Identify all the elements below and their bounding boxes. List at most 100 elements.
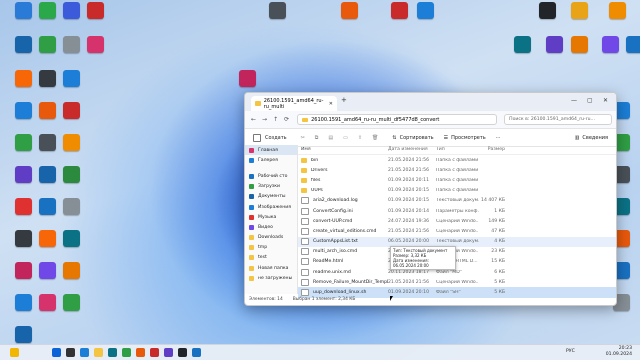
share-icon[interactable]: ⇪: [358, 135, 362, 141]
file-row[interactable]: ReadMe.html21.05.2024 21:56Chrome HTML D…: [298, 257, 616, 267]
column-date[interactable]: Дата изменения: [388, 147, 436, 152]
chrome-icon[interactable]: [122, 348, 131, 357]
cut-icon[interactable]: ✂: [301, 135, 305, 141]
file-row[interactable]: ConvertConfig.ini 01.09.2024 20:14 Парамет…: [298, 206, 616, 216]
sidebar-item[interactable]: tmp: [245, 243, 297, 253]
sidebar-item[interactable]: Музыка: [245, 212, 297, 222]
desktop-icon[interactable]: [4, 326, 42, 343]
desktop-icon[interactable]: [52, 70, 90, 87]
file-row[interactable]: UUPs 01.09.2024 20:15 Папка с файлами: [298, 186, 616, 196]
create-button[interactable]: Создать: [253, 133, 287, 142]
file-size: 15 КБ: [491, 259, 505, 265]
column-size[interactable]: Размер: [479, 147, 505, 152]
path-text: 26100.1591_amd64_ru-ru_multi_df5477d8_co…: [311, 116, 440, 123]
sidebar-item[interactable]: Видео: [245, 222, 297, 232]
file-explorer-icon[interactable]: [94, 348, 103, 357]
desktop-icon[interactable]: [52, 198, 90, 215]
app-icon-2[interactable]: [192, 348, 201, 357]
desktop-icon[interactable]: [76, 36, 114, 53]
close-tab-icon[interactable]: ✕: [329, 101, 333, 107]
file-row[interactable]: bin 21.05.2024 21:56 Папка с файлами: [298, 155, 616, 165]
explorer-tab[interactable]: 26100.1591_amd64_ru-ru_multi ✕: [251, 96, 337, 111]
search-icon[interactable]: [66, 348, 75, 357]
forward-icon[interactable]: →: [262, 116, 267, 123]
sidebar-item[interactable]: test: [245, 253, 297, 263]
lang-indicator[interactable]: РУС: [566, 349, 575, 354]
back-icon[interactable]: ←: [251, 116, 256, 123]
sort-button[interactable]: ⇅ Сортировать: [392, 135, 433, 141]
file-name: convert-UUP.cmd: [313, 218, 353, 224]
maximize-button[interactable]: ▢: [587, 97, 593, 104]
terminal-icon[interactable]: [178, 348, 187, 357]
sidebar-item-label: Главная: [258, 147, 278, 153]
sidebar-item[interactable]: Документы: [245, 192, 297, 202]
desktop-icon-image: [538, 2, 556, 19]
desktop-icon[interactable]: [52, 166, 90, 183]
copy-icon[interactable]: ⧉: [315, 135, 319, 141]
search-input[interactable]: Поиск в: 26100.1591_amd64_ru-ru...: [504, 114, 613, 125]
opera-icon[interactable]: [150, 348, 159, 357]
file-row[interactable]: files 01.09.2024 20:11 Папка с файлами: [298, 175, 616, 185]
desktop-icon[interactable]: [598, 2, 636, 19]
desktop-icon[interactable]: [52, 230, 90, 247]
sidebar-item[interactable]: Главная: [245, 145, 297, 156]
desktop-icon[interactable]: [52, 262, 90, 279]
start-icon[interactable]: [52, 348, 61, 357]
delete-icon[interactable]: 🗑: [372, 135, 378, 141]
sidebar-item-label: Документы: [258, 194, 286, 200]
sidebar-item[interactable]: Галерея: [245, 155, 297, 165]
file-row[interactable]: multi_arch_iso.cmd21.05.2024 21:56Сценар…: [298, 247, 616, 257]
path-field[interactable]: 26100.1591_amd64_ru-ru_multi_df5477d8_co…: [297, 114, 498, 125]
desktop-icon[interactable]: [228, 70, 266, 87]
file-row[interactable]: CustomAppsList.txt 06.05.2024 20:00 Тексто…: [298, 236, 616, 247]
clock[interactable]: 20:23 01.09.2024: [606, 346, 632, 358]
sort-icon: ⇅: [392, 134, 397, 141]
file-row[interactable]: create_virtual_editions.cmd 21.05.2024 21…: [298, 226, 616, 236]
sidebar-item[interactable]: Загрузки: [245, 182, 297, 192]
explorer-window[interactable]: 26100.1591_amd64_ru-ru_multi ✕ + — ▢ ✕ ←…: [244, 92, 617, 306]
file-row[interactable]: convert-UUP.cmd 24.07.2024 19:36 Сценарий …: [298, 216, 616, 226]
desktop-icon[interactable]: [52, 134, 90, 151]
up-icon[interactable]: ↑: [273, 116, 278, 123]
desktop-icon[interactable]: [406, 2, 444, 19]
sidebar-item[interactable]: Рабочий сто: [245, 171, 297, 181]
column-name[interactable]: Имя: [298, 147, 388, 152]
weather-icon[interactable]: [10, 348, 19, 357]
file-type: Папка с файлами: [436, 188, 479, 194]
sidebar-item[interactable]: Downloads: [245, 233, 297, 243]
view-button[interactable]: ☰ Просмотреть: [444, 135, 486, 141]
details-button[interactable]: ▥ Сведения: [575, 135, 608, 141]
desktop-icon[interactable]: [52, 294, 90, 311]
sidebar-item[interactable]: Изображения: [245, 202, 297, 212]
file-row[interactable]: readme.unix.md 20.11.2023 18:17 Файл "MD" 6…: [298, 267, 616, 277]
desktop-icon[interactable]: [615, 36, 640, 53]
desktop-icon[interactable]: [258, 2, 296, 19]
file-name: CustomAppsList.txt: [313, 239, 358, 245]
file-icon: [301, 238, 309, 246]
rename-icon[interactable]: ▭: [343, 135, 348, 141]
sidebar-item[interactable]: Новая папка: [245, 263, 297, 273]
task-view-icon[interactable]: [80, 348, 89, 357]
more-icon[interactable]: ···: [496, 135, 501, 141]
new-tab-button[interactable]: +: [341, 96, 347, 104]
file-icon: [301, 197, 309, 205]
edge-icon[interactable]: [108, 348, 117, 357]
app-icon[interactable]: [164, 348, 173, 357]
firefox-icon[interactable]: [136, 348, 145, 357]
sidebar-item[interactable]: не загружены: [245, 273, 297, 283]
desktop-icon[interactable]: [330, 2, 368, 19]
file-row[interactable]: aria2_download.log 01.09.2024 20:15 Тексто…: [298, 196, 616, 206]
refresh-icon[interactable]: ⟳: [284, 116, 289, 123]
file-row[interactable]: Remove_Failure_MountDir_TempDir.cmd21.05…: [298, 277, 616, 287]
desktop-icon[interactable]: [52, 102, 90, 119]
close-window-button[interactable]: ✕: [603, 97, 608, 104]
minimize-button[interactable]: —: [571, 97, 577, 104]
desktop-icon[interactable]: [76, 2, 114, 19]
file-row[interactable]: Drivers 21.05.2024 21:56 Папка с файлами: [298, 165, 616, 175]
column-type[interactable]: Тип: [436, 147, 479, 152]
paste-icon[interactable]: ▤: [328, 135, 333, 141]
desktop-icon[interactable]: [560, 2, 598, 19]
file-name-cell: aria2_download.log: [298, 197, 388, 205]
desktop-icon-image: [86, 2, 104, 19]
file-date: 01.09.2024 20:15: [388, 198, 430, 204]
